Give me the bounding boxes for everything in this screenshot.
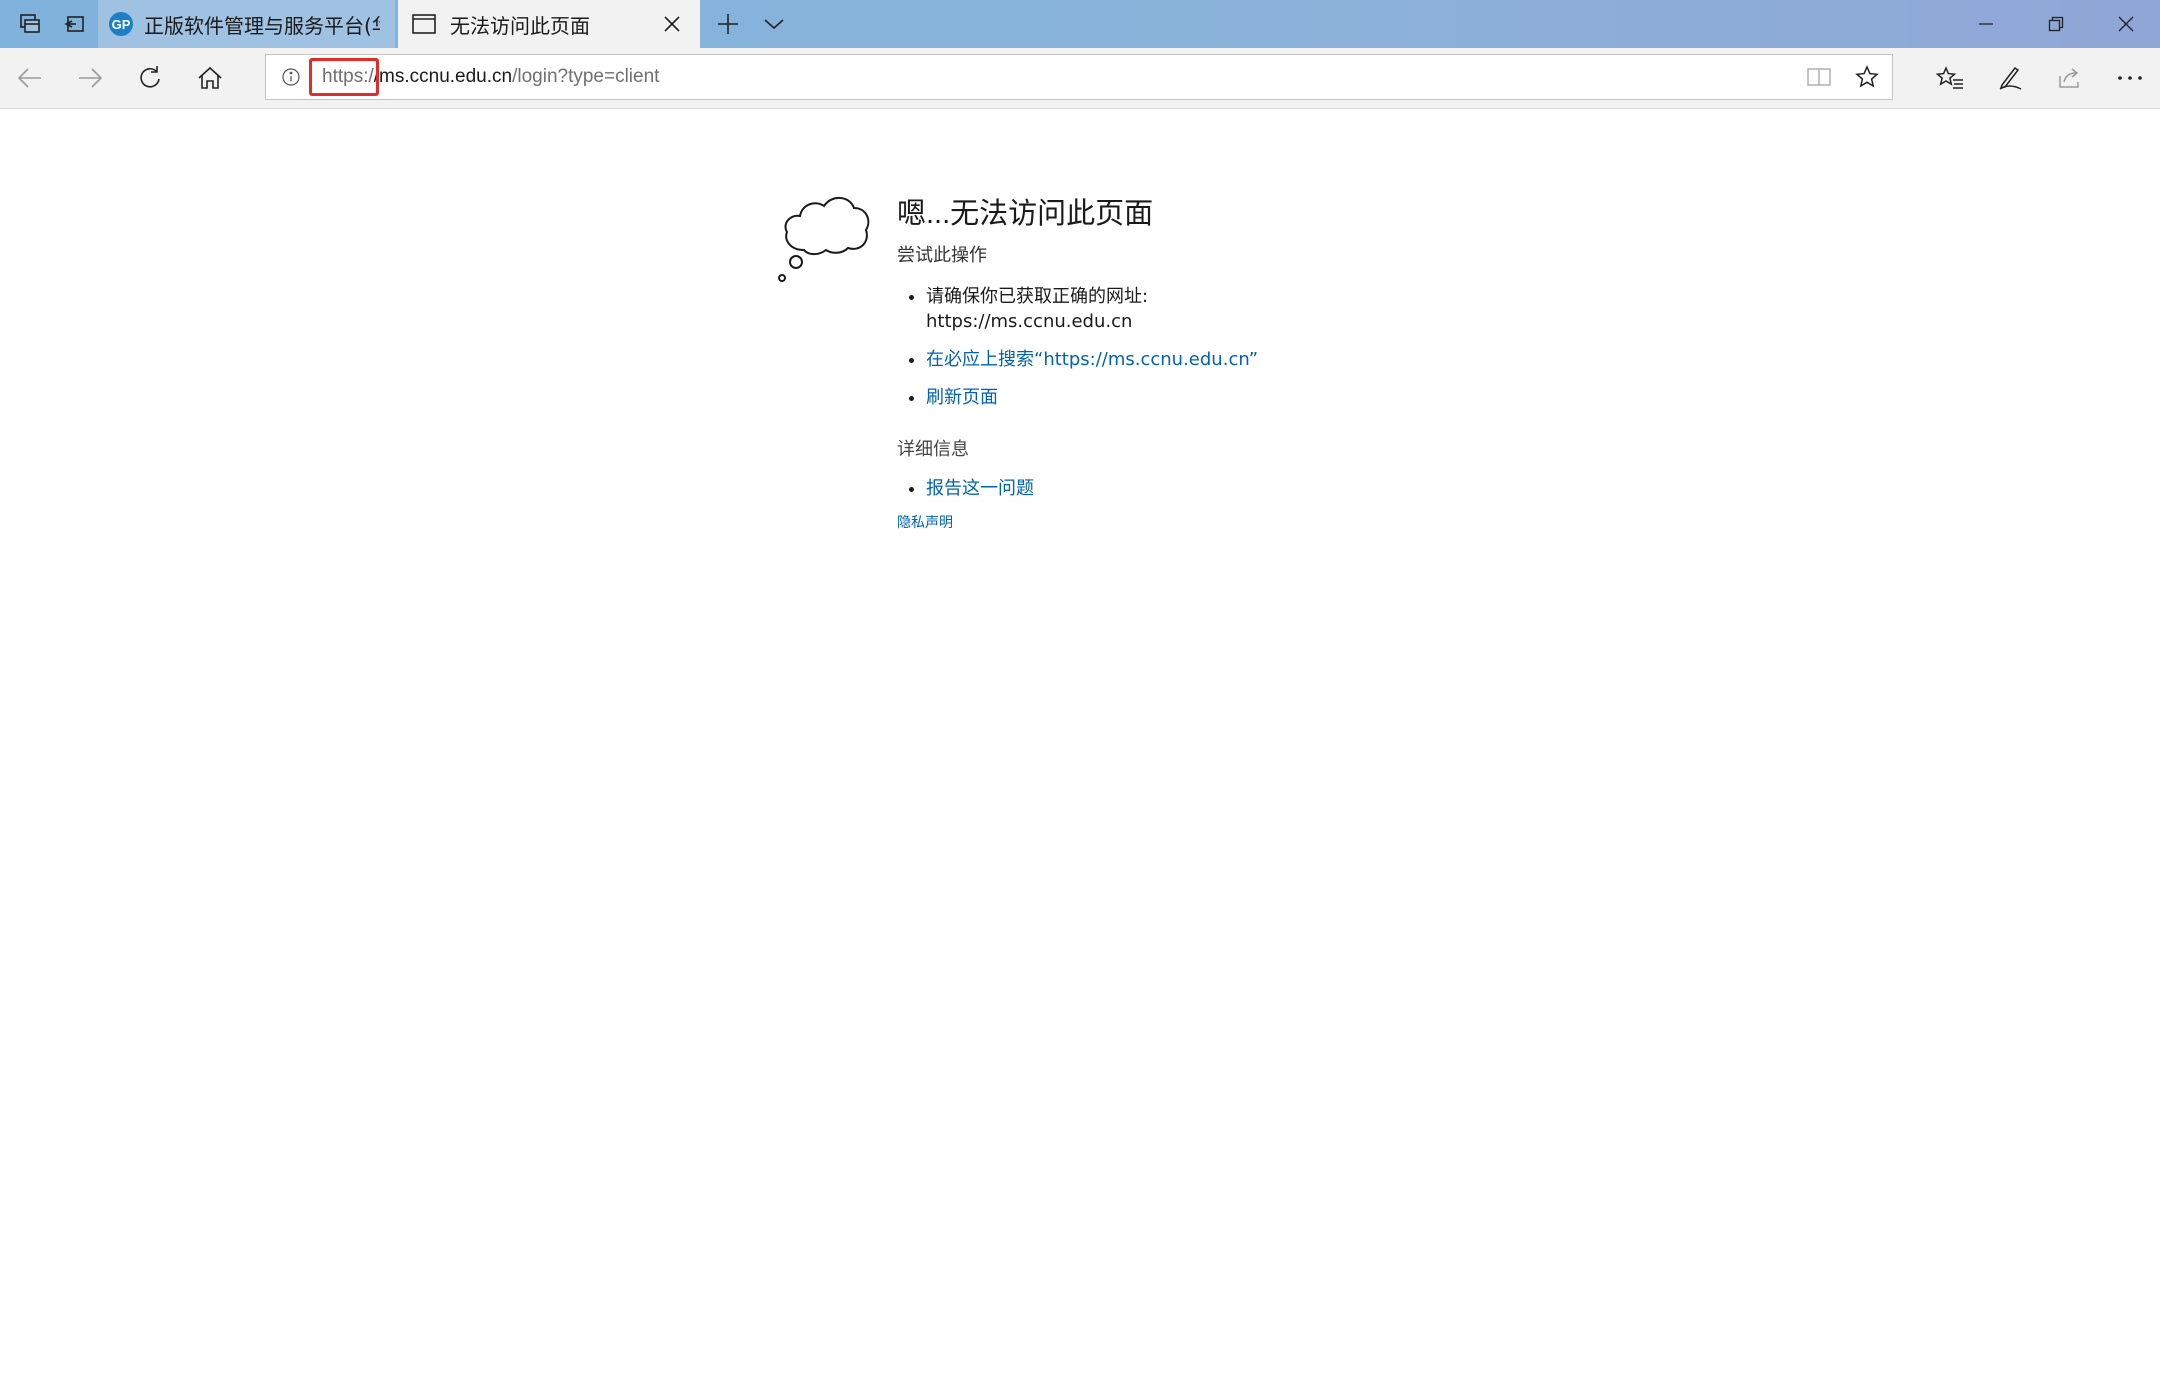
restore-button[interactable]: [2022, 0, 2090, 48]
tab-actions-button[interactable]: [8, 0, 52, 48]
tab-title: 正版软件管理与服务平台(华: [144, 13, 380, 38]
address-bar[interactable]: https://ms.ccnu.edu.cn/login?type=client: [265, 54, 1893, 100]
title-bar: GP 正版软件管理与服务平台(华 无法访问此页面: [0, 0, 2160, 48]
tab-cannot-reach-page[interactable]: 无法访问此页面: [398, 0, 700, 48]
set-aside-tabs-button[interactable]: [52, 0, 96, 48]
arrow-right-icon: [79, 68, 103, 88]
more-menu-button[interactable]: [2100, 48, 2160, 108]
list-item: 刷新页面: [897, 385, 1597, 410]
details-list: 报告这一问题: [897, 476, 1597, 501]
list-item: 在必应上搜索“https://ms.ccnu.edu.cn”: [897, 347, 1597, 372]
close-icon: [664, 16, 680, 32]
tab-title: 无法访问此页面: [450, 13, 590, 38]
url-host: /ms.ccnu.edu.cn: [373, 66, 513, 87]
plus-icon: [718, 14, 738, 34]
forward-button[interactable]: [60, 48, 120, 108]
tabs-aside-icon: [20, 14, 40, 33]
thought-cloud-icon: [778, 197, 870, 282]
details-heading[interactable]: 详细信息: [897, 438, 1597, 462]
suggestion-url: https://ms.ccnu.edu.cn: [926, 311, 1133, 332]
add-favorite-button[interactable]: [1850, 55, 1884, 99]
suggestions-list: 请确保你已获取正确的网址: https://ms.ccnu.edu.cn 在必应…: [897, 284, 1597, 410]
search-bing-link[interactable]: 在必应上搜索“https://ms.ccnu.edu.cn”: [926, 349, 1258, 370]
list-item: 报告这一问题: [897, 476, 1597, 501]
new-tab-button[interactable]: [706, 0, 750, 48]
error-message-panel: 嗯...无法访问此页面 尝试此操作 请确保你已获取正确的网址: https://…: [897, 196, 1597, 532]
arrow-left-icon: [17, 68, 41, 88]
suggestion-text: 请确保你已获取正确的网址:: [926, 286, 1149, 307]
more-icon: [2118, 76, 2142, 80]
tab-preview-button[interactable]: [752, 0, 796, 48]
favorites-button[interactable]: [1920, 48, 1980, 108]
close-window-button[interactable]: [2092, 0, 2160, 48]
star-icon: [1855, 65, 1879, 88]
highlight-annotation: [309, 58, 379, 96]
back-button[interactable]: [0, 48, 60, 108]
tab-software-platform[interactable]: GP 正版软件管理与服务平台(华: [98, 0, 396, 48]
close-icon: [2118, 16, 2134, 32]
url-path: /login?type=client: [512, 66, 660, 87]
favorites-list-icon: [1936, 66, 1963, 89]
refresh-icon: [140, 66, 160, 88]
chevron-down-icon: [764, 19, 784, 30]
refresh-button[interactable]: [120, 48, 180, 108]
home-button[interactable]: [180, 48, 240, 108]
minimize-button[interactable]: [1952, 0, 2020, 48]
share-button[interactable]: [2040, 48, 2100, 108]
reading-view-icon: [1807, 68, 1831, 86]
home-icon: [198, 66, 222, 89]
report-issue-link[interactable]: 报告这一问题: [926, 478, 1034, 499]
list-item: 请确保你已获取正确的网址: https://ms.ccnu.edu.cn: [897, 284, 1597, 334]
minimize-icon: [1979, 23, 1993, 25]
pen-icon: [1999, 66, 2022, 90]
gp-logo-icon: GP: [109, 12, 133, 36]
share-icon: [2059, 68, 2079, 88]
error-title: 嗯...无法访问此页面: [897, 198, 1154, 230]
refresh-page-link[interactable]: 刷新页面: [926, 387, 998, 408]
svg-text:GP: GP: [112, 17, 131, 32]
web-note-button[interactable]: [1980, 48, 2040, 108]
restore-icon: [2048, 16, 2064, 32]
error-subtitle: 尝试此操作: [897, 245, 987, 266]
info-icon: [282, 68, 300, 86]
set-aside-icon: [64, 16, 84, 32]
reading-view-button[interactable]: [1802, 55, 1836, 99]
site-info-button[interactable]: [276, 55, 306, 99]
page-icon: [412, 14, 436, 34]
privacy-statement-link[interactable]: 隐私声明: [897, 514, 1597, 532]
tab-close-button[interactable]: [658, 0, 686, 48]
